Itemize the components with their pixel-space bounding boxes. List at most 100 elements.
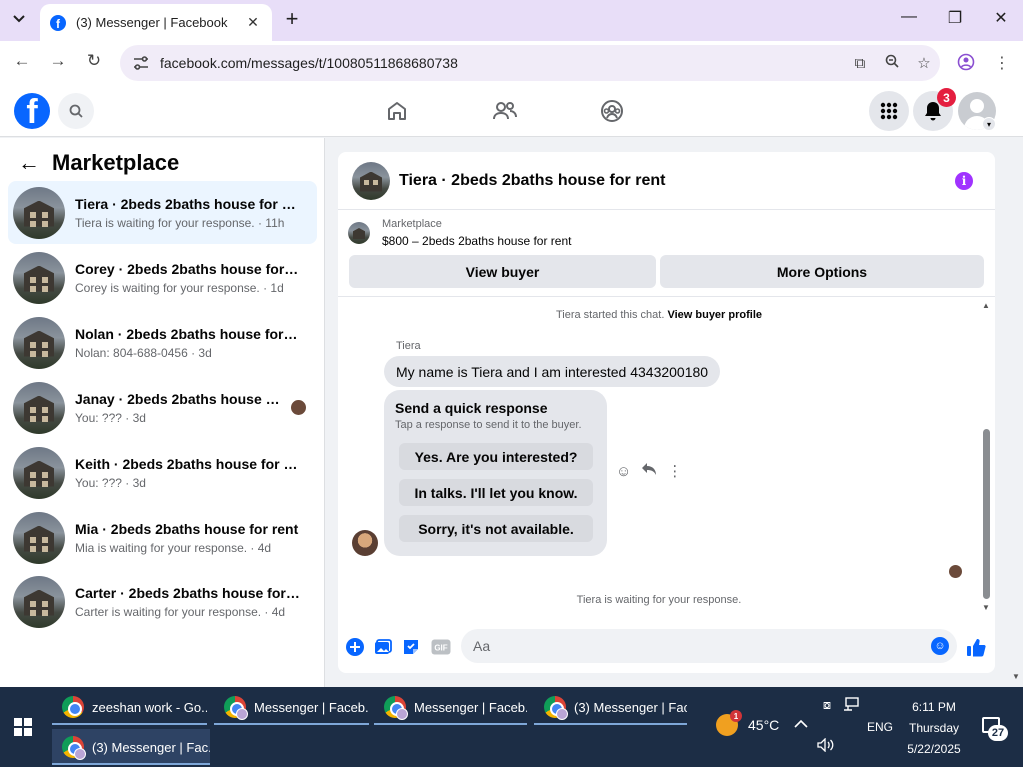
conversation-item-corey[interactable]: Corey · 2beds 2baths house for rent Core… — [8, 246, 317, 309]
sticker-icon[interactable] — [401, 637, 421, 657]
weather-alert-badge: 1 — [730, 710, 742, 722]
listing-thumbnail — [13, 511, 65, 564]
search-icon[interactable] — [58, 93, 94, 129]
weather-temperature: 45°C — [748, 717, 780, 733]
message-composer: GIF Aa ☺ — [338, 627, 995, 667]
scroll-down-arrow-icon[interactable]: ▼ — [982, 603, 990, 612]
tab-search-chevron-icon[interactable] — [6, 6, 32, 32]
back-arrow-icon[interactable]: ← — [9, 51, 35, 75]
back-arrow-icon[interactable]: ← — [18, 150, 42, 176]
taskbar-item-messenger-2[interactable]: Messenger | Faceb... — [374, 689, 527, 725]
show-hidden-icons-chevron-up-icon[interactable] — [792, 717, 810, 732]
conversation-item-keith[interactable]: Keith · 2beds 2baths house for rent You:… — [8, 441, 317, 504]
friends-icon[interactable] — [489, 95, 521, 127]
thumbs-up-icon[interactable] — [965, 637, 987, 657]
chrome-icon — [384, 696, 408, 720]
plus-circle-icon[interactable] — [345, 637, 365, 657]
info-icon[interactable]: i — [955, 172, 973, 190]
browser-toolbar: ← → ↻ facebook.com/messages/t/1008051186… — [0, 41, 1023, 85]
reply-arrow-icon[interactable] — [641, 462, 657, 480]
conversation-snippet: Corey is waiting for your response. · 1d — [75, 280, 284, 295]
conversation-snippet: Tiera is waiting for your response. · 11… — [75, 215, 285, 230]
chat-title[interactable]: Tiera · 2beds 2baths house for rent — [399, 172, 665, 190]
waiting-notice: Tiera is waiting for your response. — [576, 594, 742, 606]
close-window-icon[interactable]: ✕ — [978, 8, 1023, 32]
quick-response-card: Send a quick response Tap a response to … — [384, 390, 607, 556]
weather-sun-icon: 1 — [716, 710, 742, 736]
windows-taskbar: zeeshan work - Go... Messenger | Faceb..… — [0, 687, 1023, 767]
taskbar-item-label: (3) Messenger | Fac... — [92, 739, 210, 755]
install-app-icon[interactable]: ⧉ — [844, 55, 876, 72]
new-tab-button[interactable]: + — [280, 8, 304, 32]
tab-close-icon[interactable]: ✕ — [244, 14, 262, 31]
scroll-up-arrow-icon[interactable]: ▲ — [982, 301, 990, 310]
more-dots-icon[interactable]: ⋮ — [667, 462, 682, 480]
conversation-item-tiera[interactable]: Tiera · 2beds 2baths house for rent Tier… — [8, 181, 317, 244]
taskbar-item-label: Messenger | Faceb... — [414, 699, 527, 715]
menu-grid-icon[interactable] — [869, 91, 909, 131]
browser-tab-messenger[interactable]: f (3) Messenger | Facebook ✕ — [40, 4, 272, 41]
message-input[interactable]: Aa ☺ — [461, 629, 957, 663]
taskbar-item-underline — [52, 723, 207, 725]
account-chevron-down-icon[interactable]: ▾ — [982, 117, 996, 131]
listing-small-thumbnail — [348, 222, 370, 244]
conversation-item-nolan[interactable]: Nolan · 2beds 2baths house for rent Nola… — [8, 311, 317, 374]
gif-icon[interactable]: GIF — [430, 637, 452, 657]
more-options-button[interactable]: More Options — [660, 255, 984, 288]
meet-now-icon[interactable]: ⧇ — [818, 697, 836, 713]
home-icon[interactable] — [381, 95, 413, 127]
view-buyer-profile-link[interactable]: View buyer profile — [667, 309, 762, 321]
clock-date: 5/22/2025 — [907, 742, 961, 756]
site-settings-icon[interactable] — [132, 54, 150, 72]
chat-started-notice: Tiera started this chat. View buyer prof… — [338, 309, 980, 321]
quick-response-in-talks-button[interactable]: In talks. I'll let you know. — [399, 479, 593, 506]
quick-response-not-available-button[interactable]: Sorry, it's not available. — [399, 515, 593, 542]
restore-window-icon[interactable]: ❐ — [932, 8, 978, 32]
taskbar-item-messenger-3[interactable]: (3) Messenger | Fac... — [534, 689, 687, 725]
input-language[interactable]: ENG — [866, 720, 894, 734]
conversation-snippet: You: ??? · 3d — [75, 475, 146, 490]
seen-avatar — [291, 400, 306, 415]
message-bubble[interactable]: My name is Tiera and I am interested 434… — [384, 356, 721, 387]
taskbar-item-label: Messenger | Faceb... — [254, 699, 369, 715]
conversation-item-mia[interactable]: Mia · 2beds 2baths house for rent Mia is… — [8, 506, 317, 569]
taskbar-item-underline — [214, 723, 369, 725]
minimize-window-icon[interactable]: — — [886, 8, 932, 32]
message-scrollbar[interactable]: ▲ ▼ — [982, 297, 991, 617]
taskbar-item-messenger-active[interactable]: (3) Messenger | Fac... — [52, 729, 210, 765]
facebook-logo-icon[interactable]: f — [14, 93, 50, 129]
zoom-icon[interactable] — [876, 54, 908, 72]
windows-start-icon[interactable] — [14, 718, 32, 736]
conversation-item-janay[interactable]: Janay · 2beds 2baths house for rent You:… — [8, 376, 317, 439]
chrome-icon — [62, 696, 84, 718]
address-bar[interactable]: facebook.com/messages/t/1008051186868073… — [120, 45, 940, 81]
groups-icon[interactable] — [596, 95, 628, 127]
view-buyer-button[interactable]: View buyer — [349, 255, 656, 288]
weather-widget[interactable]: 1 45°C — [716, 710, 780, 736]
quick-response-yes-button[interactable]: Yes. Are you interested? — [399, 443, 593, 470]
read-receipt-avatar — [949, 565, 962, 578]
marketplace-sidebar: ← Marketplace Tiera · 2beds 2baths house… — [0, 138, 325, 687]
forward-arrow-icon[interactable]: → — [45, 51, 71, 75]
conversation-item-carter[interactable]: Carter · 2beds 2baths house for rent Car… — [8, 570, 317, 633]
page-scroll-down-arrow-icon[interactable]: ▼ — [1012, 672, 1020, 681]
taskbar-item-messenger-1[interactable]: Messenger | Faceb... — [214, 689, 369, 725]
photo-icon[interactable] — [373, 637, 393, 657]
volume-icon[interactable] — [816, 737, 836, 755]
scrollbar-thumb[interactable] — [983, 429, 990, 599]
bookmark-star-icon[interactable]: ☆ — [908, 54, 940, 72]
sender-avatar[interactable] — [352, 530, 378, 556]
chat-listing-thumbnail[interactable] — [352, 161, 390, 200]
system-clock[interactable]: 6:11 PM Thursday 5/22/2025 — [900, 697, 968, 760]
profile-icon[interactable] — [954, 53, 978, 76]
browser-menu-icon[interactable]: ⋮ — [990, 53, 1014, 73]
react-smiley-icon[interactable]: ☺ — [616, 463, 631, 480]
chrome-icon — [544, 696, 568, 720]
notification-center-icon[interactable]: 27 — [982, 715, 1012, 741]
taskbar-item-chrome-work[interactable]: zeeshan work - Go... — [52, 689, 207, 725]
listing-summary[interactable]: Marketplace $800 – 2beds 2baths house fo… — [348, 218, 571, 248]
network-icon[interactable] — [842, 697, 860, 714]
reload-icon[interactable]: ↻ — [81, 51, 107, 75]
gif-label: GIF — [434, 644, 447, 653]
emoji-icon[interactable]: ☺ — [931, 637, 949, 655]
